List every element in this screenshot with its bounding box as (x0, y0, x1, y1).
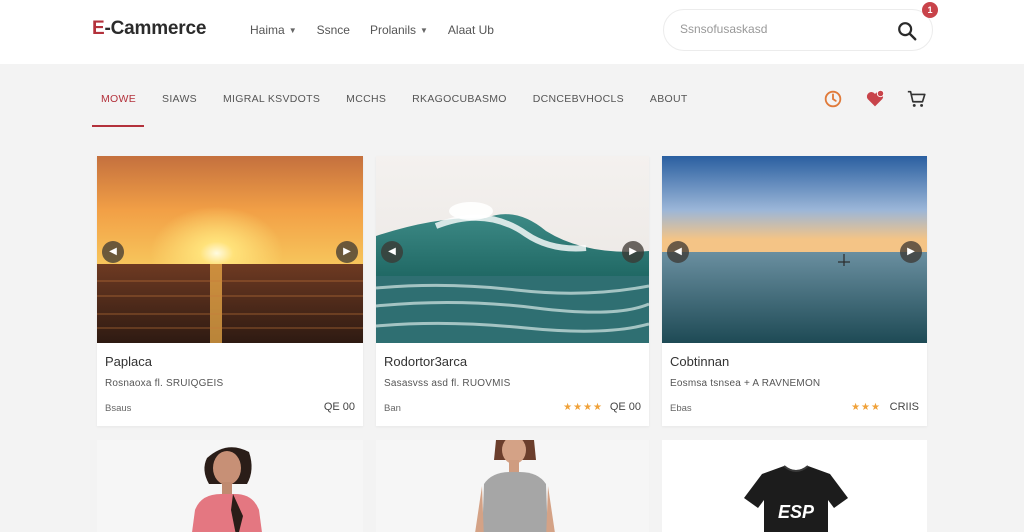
chevron-down-icon: ▼ (288, 25, 297, 35)
carousel-next-button[interactable]: ▶ (900, 241, 922, 263)
product-price: QE 00 (323, 401, 355, 413)
search-input[interactable] (680, 22, 880, 36)
category-item[interactable]: MCCHS (346, 93, 386, 105)
product-image-woman-pink-top (97, 440, 363, 532)
carousel-prev-button[interactable]: ◀ (381, 241, 403, 263)
product-subtitle: Rosnaoxa fl. SRUIQGEIS (105, 378, 224, 389)
site-header: E-Cammerce Haima ▼ Ssnce Prolanils ▼ Alaat… (0, 0, 1024, 64)
search-bar (663, 9, 933, 51)
rating-stars: ★★★★ (563, 402, 603, 413)
chevron-down-icon: ▼ (420, 25, 428, 35)
category-item[interactable]: SIAWS (162, 93, 197, 105)
wishlist-icon[interactable] (864, 88, 886, 110)
product-card[interactable] (97, 440, 363, 532)
carousel-prev-button[interactable]: ◀ (102, 241, 124, 263)
search-icon[interactable] (896, 20, 918, 42)
product-price: CRIIS (889, 401, 919, 413)
top-nav-item-about[interactable]: Alaat Ub (448, 23, 494, 37)
product-meta: Ban (384, 403, 401, 414)
product-image-black-tshirt: ESP (662, 440, 927, 532)
product-card[interactable]: ◀ ▶ Cobtinnan Eosmsa tsnsea + A RAVNEMON… (662, 156, 927, 426)
top-nav: Haima ▼ Ssnce Prolanils ▼ Alaat Ub (250, 23, 494, 37)
product-subtitle: Eosmsa tsnsea + A RAVNEMON (670, 378, 821, 389)
product-title: Cobtinnan (670, 354, 730, 369)
product-image-woman-grey-tee (376, 436, 649, 532)
product-image: ◀ ▶ (376, 156, 649, 343)
nav-action-icons (822, 88, 928, 110)
carousel-prev-button[interactable]: ◀ (667, 241, 689, 263)
product-meta: Bsaus (105, 403, 132, 414)
category-about[interactable]: ABOUT (650, 93, 688, 105)
tshirt-print-text: ESP (778, 502, 815, 522)
product-meta: Ebas (670, 403, 692, 414)
carousel-next-button[interactable]: ▶ (622, 241, 644, 263)
product-card[interactable] (376, 436, 649, 532)
carousel-next-button[interactable]: ▶ (336, 241, 358, 263)
top-nav-item-store[interactable]: Ssnce (317, 23, 350, 37)
active-category-underline (92, 125, 144, 127)
top-nav-item-products[interactable]: Prolanils ▼ (370, 23, 428, 37)
product-title: Paplaca (105, 354, 152, 369)
category-item[interactable]: MIGRAL KSVDOTS (223, 93, 320, 105)
refresh-icon[interactable] (822, 88, 844, 110)
product-card[interactable]: ESP (662, 440, 927, 532)
category-nav: MOWE SIAWS MIGRAL KSVDOTS MCCHS RKAGOCUB… (101, 93, 714, 105)
site-logo[interactable]: E-Cammerce (92, 18, 206, 40)
product-title: Rodortor3arca (384, 354, 468, 369)
product-card[interactable]: ◀ ▶ Paplaca Rosnaoxa fl. SRUIQGEIS Bsaus… (97, 156, 363, 426)
cart-icon[interactable] (906, 88, 928, 110)
product-image: ◀ ▶ (662, 156, 927, 343)
notification-badge[interactable]: 1 (922, 2, 938, 18)
product-subtitle: Sasasvss asd fl. RUOVMIS (384, 378, 511, 389)
category-home[interactable]: MOWE (101, 93, 136, 105)
top-nav-item-home[interactable]: Haima ▼ (250, 23, 297, 37)
product-price: QE 00 (609, 401, 641, 413)
product-image: ◀ ▶ (97, 156, 363, 343)
category-item[interactable]: RKAGOCUBASMO (412, 93, 507, 105)
product-card[interactable]: ◀ ▶ Rodortor3arca Sasasvss asd fl. RUOVM… (376, 156, 649, 426)
category-item[interactable]: DCNCEBVHOCLS (533, 93, 624, 105)
rating-stars: ★★★ (851, 402, 881, 413)
